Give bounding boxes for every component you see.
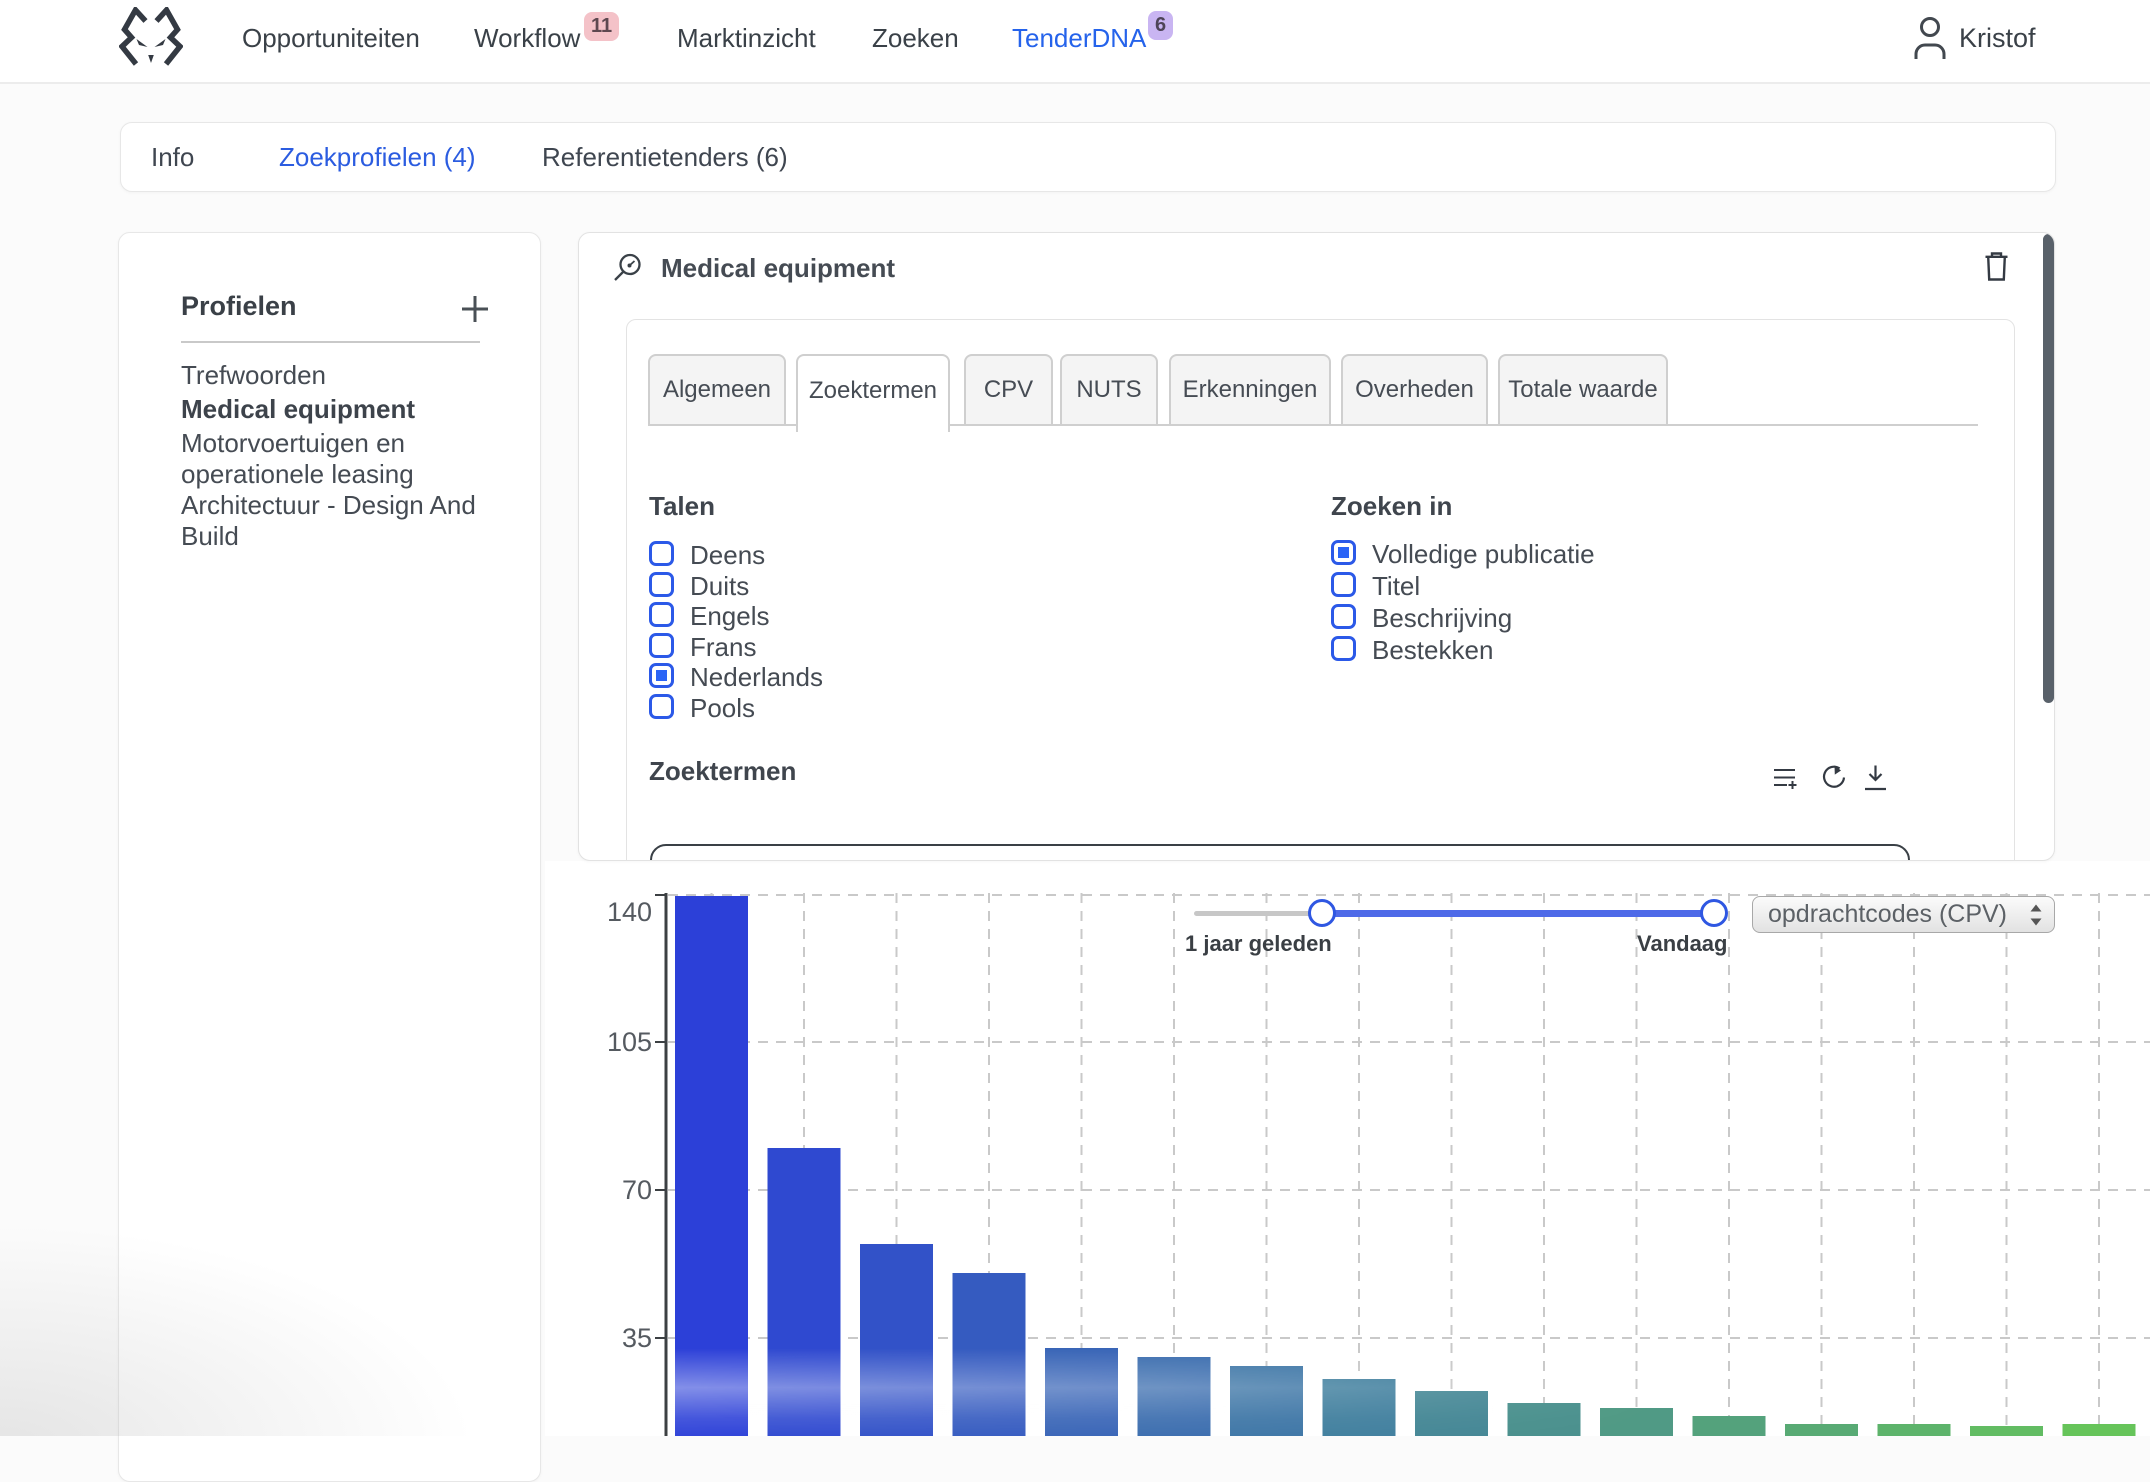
svg-text:140: 140 — [607, 897, 652, 927]
svg-text:70: 70 — [622, 1175, 652, 1205]
svg-text:35: 35 — [622, 1323, 652, 1353]
svg-text:105: 105 — [607, 1027, 652, 1057]
